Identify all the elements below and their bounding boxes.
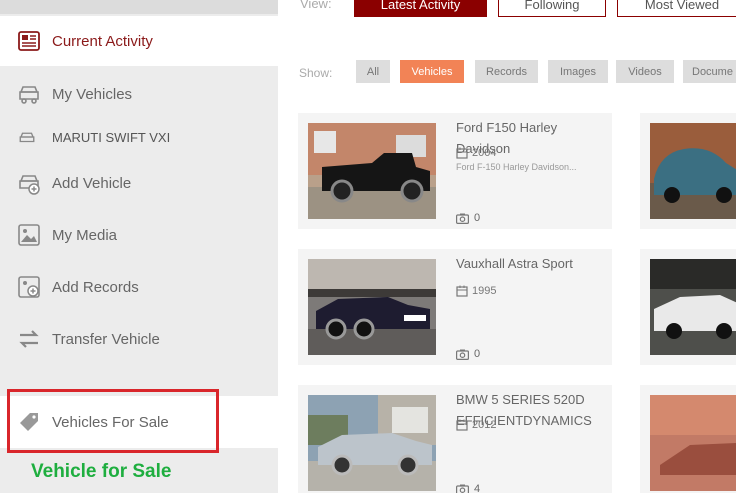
vehicle-subtitle: Ford F-150 Harley Davidson... (456, 162, 577, 172)
app-window: Current Activity My Vehicles MARUTI SWIF… (0, 0, 736, 493)
vehicle-year-text: 2012 (472, 419, 497, 431)
vehicle-photo (308, 259, 436, 355)
camera-icon (456, 213, 469, 224)
photo-count-text: 0 (474, 212, 481, 224)
vehicle-card[interactable]: Vauxhall Astra Sport 1995 0 (298, 249, 612, 365)
sidebar-item-label: Current Activity (52, 32, 153, 50)
photo-count: 4 (456, 483, 480, 493)
vehicle-title[interactable]: Vauxhall Astra Sport (456, 253, 606, 274)
vehicle-card[interactable]: BMW 5 SERIES 520D EFFICIENTDYNAMICS 2012… (298, 385, 612, 493)
camera-icon (456, 349, 469, 360)
vehicle-photo (650, 123, 736, 219)
view-label: View: (300, 0, 332, 11)
filter-records-button[interactable]: Records (475, 60, 538, 83)
filter-documents-button[interactable]: Docume (683, 60, 736, 83)
highlight-box (7, 389, 219, 453)
vehicle-year: 1995 (456, 285, 496, 297)
sidebar-item-maruti-swift[interactable]: MARUTI SWIFT VXI (0, 124, 278, 150)
vehicle-photo (650, 259, 736, 355)
sidebar-item-transfer-vehicle[interactable]: Transfer Vehicle (0, 314, 278, 364)
photo-count: 0 (456, 348, 480, 360)
filter-images-button[interactable]: Images (548, 60, 608, 83)
vehicle-card[interactable] (640, 385, 736, 493)
sidebar-item-label: MARUTI SWIFT VXI (52, 129, 171, 145)
vehicles-icon (17, 82, 41, 106)
sidebar-item-my-media[interactable]: My Media (0, 210, 278, 260)
vehicle-card[interactable] (640, 113, 736, 229)
add-record-icon (17, 275, 41, 299)
calendar-icon (456, 285, 468, 297)
camera-icon (456, 484, 469, 493)
filter-videos-button[interactable]: Videos (616, 60, 674, 83)
sidebar-item-my-vehicles[interactable]: My Vehicles (0, 68, 278, 120)
sidebar-item-current-activity[interactable]: Current Activity (0, 16, 278, 66)
vehicle-photo (308, 123, 436, 219)
sidebar-top-strip (0, 0, 278, 14)
sidebar-item-add-vehicle[interactable]: Add Vehicle (0, 158, 278, 208)
photo-count-text: 4 (474, 483, 481, 493)
sidebar-item-label: Transfer Vehicle (52, 330, 160, 348)
view-following-button[interactable]: Following (498, 0, 606, 17)
sidebar-item-label: Add Records (52, 278, 139, 296)
calendar-icon (456, 419, 468, 431)
vehicle-year-text: 2004 (472, 147, 497, 159)
sidebar-item-add-records[interactable]: Add Records (0, 262, 278, 312)
transfer-arrows-icon (17, 327, 41, 351)
main-content: View: Latest Activity Following Most Vie… (278, 0, 736, 493)
vehicle-photo (650, 395, 736, 491)
add-vehicle-icon (17, 171, 41, 195)
sidebar-item-label: My Vehicles (52, 85, 133, 103)
sidebar-item-label: My Media (52, 226, 118, 244)
calendar-icon (456, 147, 468, 159)
show-label: Show: (299, 66, 333, 80)
view-latest-activity-button[interactable]: Latest Activity (354, 0, 487, 17)
photo-count-text: 0 (474, 348, 481, 360)
vehicle-year: 2004 (456, 147, 496, 159)
car-icon (18, 128, 36, 146)
photo-count: 0 (456, 212, 480, 224)
vehicle-year-text: 1995 (472, 285, 497, 297)
vehicle-card[interactable]: Ford F150 Harley Davidson 2004 Ford F-15… (298, 113, 612, 229)
view-most-viewed-button[interactable]: Most Viewed (617, 0, 736, 17)
filter-all-button[interactable]: All (356, 60, 390, 83)
newspaper-icon (17, 29, 41, 53)
image-icon (17, 223, 41, 247)
annotation-label: Vehicle for Sale (31, 461, 172, 482)
sidebar-item-label: Add Vehicle (52, 174, 132, 192)
vehicle-year: 2012 (456, 419, 496, 431)
sidebar: Current Activity My Vehicles MARUTI SWIF… (0, 0, 278, 493)
filter-vehicles-button[interactable]: Vehicles (400, 60, 464, 83)
vehicle-card[interactable] (640, 249, 736, 365)
vehicle-photo (308, 395, 436, 491)
